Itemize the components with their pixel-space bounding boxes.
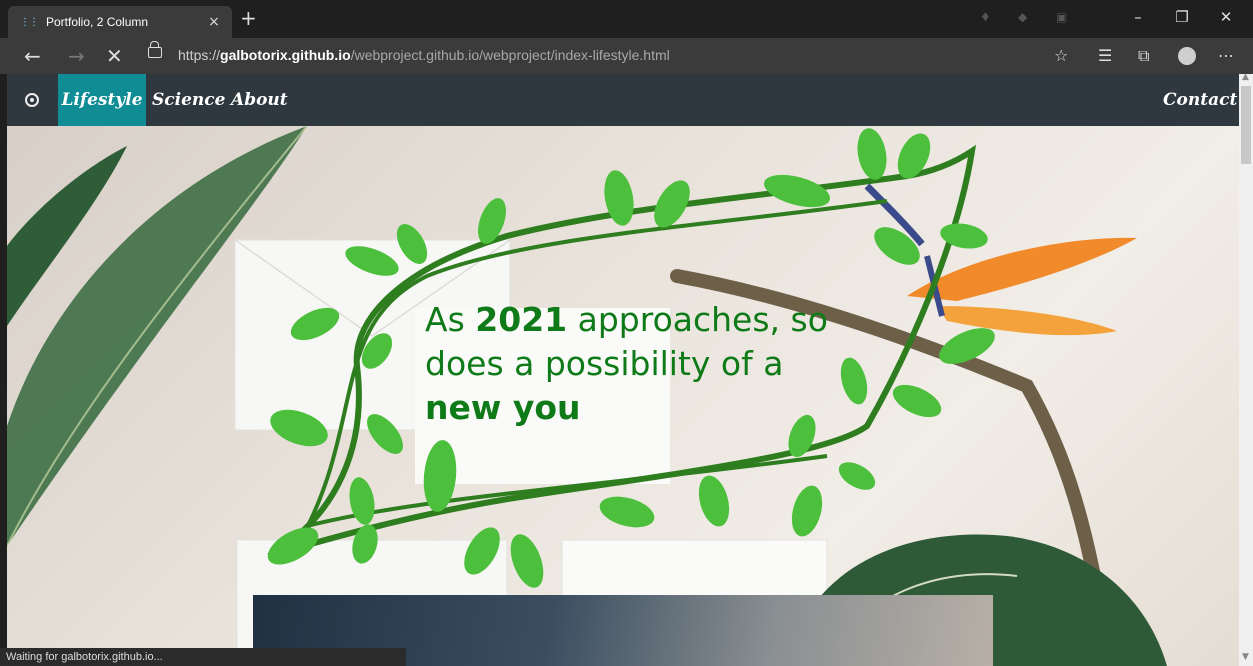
tab-close-icon[interactable]: × [204, 14, 224, 30]
minimize-icon[interactable]: – [1118, 8, 1158, 26]
loading-icon: ⋮⋮ [20, 16, 39, 28]
collections-icon[interactable]: ⧉ [1138, 46, 1149, 66]
headline-prefix: As [425, 300, 476, 339]
back-icon[interactable]: ← [24, 44, 41, 68]
browser-title-bar: ⋮⋮ Portfolio, 2 Column × + ♦ ◆ ▣ – ❐ ✕ [0, 0, 1253, 38]
stop-icon[interactable]: ✕ [106, 44, 123, 68]
headline-year: 2021 [475, 300, 568, 339]
extension-icon[interactable]: ▣ [1056, 10, 1067, 24]
more-icon[interactable]: ⋯ [1218, 46, 1234, 65]
nav-item-science[interactable]: Science [152, 74, 225, 126]
nav-item-about[interactable]: About [231, 74, 288, 126]
browser-tab[interactable]: ⋮⋮ Portfolio, 2 Column × [8, 6, 232, 38]
address-bar: ← → ✕ https://galbotorix.github.io/webpr… [0, 38, 1253, 74]
url-host: galbotorix.github.io [220, 47, 351, 63]
restore-icon[interactable]: ❐ [1162, 8, 1202, 26]
hero-headline: As 2021 approaches, so does a possibilit… [425, 298, 845, 430]
nav-item-contact[interactable]: Contact [1163, 74, 1237, 126]
hero-banner: As 2021 approaches, so does a possibilit… [7, 126, 1239, 666]
favorites-list-icon[interactable]: ☰ [1098, 46, 1112, 65]
favorite-star-icon[interactable]: ☆ [1054, 46, 1068, 65]
extension-icon[interactable]: ◆ [1018, 10, 1027, 24]
url-field[interactable]: https://galbotorix.github.io/webproject.… [178, 47, 670, 63]
nav-item-lifestyle[interactable]: Lifestyle [58, 74, 146, 126]
profile-icon[interactable] [1178, 47, 1196, 65]
scrollbar-thumb[interactable] [1241, 86, 1251, 164]
brand-logo-icon[interactable] [25, 93, 39, 107]
status-bar: Waiting for galbotorix.github.io... [0, 648, 406, 666]
url-path: /webproject.github.io/webproject/index-l… [350, 47, 670, 63]
forward-icon[interactable]: → [68, 44, 85, 68]
tab-title: Portfolio, 2 Column [46, 15, 149, 29]
site-navbar: Lifestyle Science About Contact [7, 74, 1239, 126]
scroll-up-icon[interactable]: ▲ [1242, 72, 1249, 82]
extension-icon[interactable]: ♦ [980, 10, 991, 24]
close-window-icon[interactable]: ✕ [1206, 8, 1246, 26]
lock-icon[interactable] [148, 41, 162, 58]
headline-emphasis: new you [425, 388, 581, 427]
new-tab-button[interactable]: + [240, 8, 257, 28]
scroll-down-icon[interactable]: ▼ [1242, 652, 1249, 662]
url-protocol: https:// [178, 47, 221, 63]
